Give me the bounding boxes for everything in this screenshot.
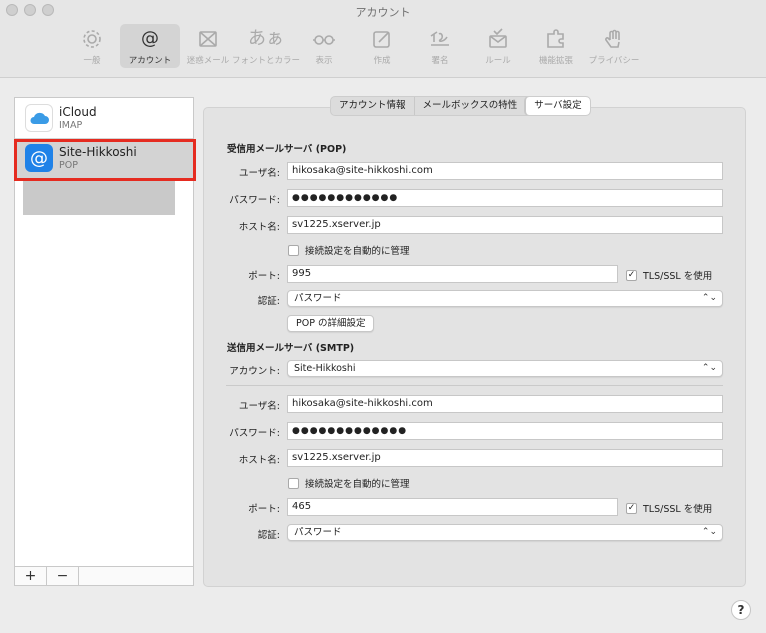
gear-icon — [83, 30, 101, 48]
incoming-auth-popup[interactable]: パスワード ⌃⌄ — [287, 290, 723, 307]
outgoing-host-field[interactable]: sv1225.xserver.jp — [287, 449, 723, 467]
incoming-host-label: ホスト名: — [238, 222, 280, 233]
section-divider — [226, 385, 723, 386]
incoming-password-field[interactable]: ●●●●●●●●●●●● — [287, 189, 723, 207]
incoming-port-label: ポート: — [248, 271, 280, 282]
junk-icon — [199, 31, 217, 47]
outgoing-password-label: パスワード: — [229, 428, 280, 439]
tab-signatures[interactable]: 署名 — [410, 24, 470, 68]
selection-block — [23, 178, 175, 215]
tab-general-label: 一般 — [83, 56, 101, 66]
tab-viewing-label: 表示 — [315, 56, 333, 66]
window-title: アカウント — [355, 6, 411, 19]
outgoing-user-field[interactable]: hikosaka@site-hikkoshi.com — [287, 395, 723, 413]
checkmark-icon: ✓ — [626, 502, 637, 514]
tab-privacy-label: プライバシー — [588, 56, 640, 66]
chevron-updown-icon: ⌃⌄ — [701, 363, 717, 373]
tab-extensions-label: 機能拡張 — [538, 56, 573, 66]
popup-value: パスワード — [294, 293, 342, 304]
tab-server-settings[interactable]: サーバ設定 — [525, 97, 590, 115]
incoming-password-label: パスワード: — [229, 195, 280, 206]
settings-tabs: アカウント情報 メールボックスの特性 サーバ設定 — [330, 96, 591, 116]
account-type: IMAP — [59, 120, 83, 131]
account-item-icloud[interactable]: iCloud IMAP — [15, 98, 193, 138]
incoming-user-label: ユーザ名: — [238, 168, 280, 179]
outgoing-account-popup[interactable]: Site-Hikkoshi ⌃⌄ — [287, 360, 723, 377]
tab-junk[interactable]: 迷惑メール — [178, 24, 238, 68]
pop-advanced-button[interactable]: POP の詳細設定 — [287, 315, 375, 332]
tab-fonts-label: フォントとカラー — [232, 56, 301, 66]
outgoing-auth-label: 認証: — [257, 530, 280, 541]
checkbox-label: 接続設定を自動的に管理 — [305, 479, 410, 490]
incoming-port-field[interactable]: 995 — [287, 265, 618, 283]
remove-account-button[interactable]: − — [47, 567, 79, 585]
chevron-updown-icon: ⌃⌄ — [701, 293, 717, 303]
outgoing-port-label: ポート: — [248, 504, 280, 515]
tab-general[interactable]: 一般 — [62, 24, 122, 68]
at-icon: @ — [141, 28, 159, 49]
tab-accounts-label: アカウント — [128, 56, 172, 66]
extension-icon — [547, 29, 564, 48]
outgoing-auth-popup[interactable]: パスワード ⌃⌄ — [287, 524, 723, 541]
tab-signatures-label: 署名 — [431, 56, 449, 66]
checkbox-label: TLS/SSL を使用 — [643, 504, 713, 515]
rules-icon — [489, 28, 507, 48]
incoming-auth-label: 認証: — [257, 296, 280, 307]
checkbox-box — [288, 477, 299, 489]
incoming-auto-manage-checkbox[interactable]: 接続設定を自動的に管理 — [288, 243, 410, 257]
checkbox-box — [288, 244, 299, 256]
chevron-updown-icon: ⌃⌄ — [701, 527, 717, 537]
tab-viewing[interactable]: 表示 — [294, 24, 354, 68]
incoming-server-title: 受信用メールサーバ (POP) — [227, 144, 347, 155]
outgoing-host-label: ホスト名: — [238, 455, 280, 466]
tab-rules[interactable]: ルール — [468, 24, 528, 68]
outgoing-account-label: アカウント: — [229, 366, 280, 377]
add-account-button[interactable]: + — [15, 567, 47, 585]
outgoing-server-title: 送信用メールサーバ (SMTP) — [227, 343, 355, 354]
incoming-tls-checkbox[interactable]: ✓ TLS/SSL を使用 — [626, 268, 712, 282]
tab-extensions[interactable]: 機能拡張 — [526, 24, 586, 68]
selection-highlight-box — [14, 139, 196, 181]
outgoing-port-field[interactable]: 465 — [287, 498, 618, 516]
tab-fonts-colors[interactable]: あぁ フォントとカラー — [232, 24, 300, 68]
accounts-list-footer: + − — [14, 567, 194, 586]
outgoing-password-field[interactable]: ●●●●●●●●●●●●● — [287, 422, 723, 440]
help-button[interactable]: ? — [731, 600, 751, 620]
incoming-user-field[interactable]: hikosaka@site-hikkoshi.com — [287, 162, 723, 180]
compose-icon — [373, 31, 390, 48]
tab-junk-label: 迷惑メール — [186, 56, 230, 66]
popup-value: Site-Hikkoshi — [294, 363, 356, 374]
fonts-icon: あぁ — [248, 28, 284, 49]
outgoing-tls-checkbox[interactable]: ✓ TLS/SSL を使用 — [626, 501, 712, 515]
tab-composing[interactable]: 作成 — [352, 24, 412, 68]
checkbox-label: 接続設定を自動的に管理 — [305, 246, 410, 257]
tab-mailbox-behaviors[interactable]: メールボックスの特性 — [413, 97, 526, 115]
tab-composing-label: 作成 — [373, 56, 391, 66]
tab-rules-label: ルール — [485, 56, 511, 66]
preferences-toolbar: 一般 @ アカウント 迷惑メール あぁ フォントとカラー 表示 作成 署名 ルー… — [62, 24, 642, 68]
incoming-host-field[interactable]: sv1225.xserver.jp — [287, 216, 723, 234]
hand-icon — [605, 29, 620, 48]
tab-privacy[interactable]: プライバシー — [584, 24, 644, 68]
icloud-icon — [25, 104, 53, 132]
glasses-icon — [313, 35, 335, 45]
tab-accounts[interactable]: @ アカウント — [120, 24, 180, 68]
title-bar: アカウント 一般 @ アカウント 迷惑メール あぁ フォントとカラー 表示 作成… — [0, 0, 766, 78]
tab-account-info[interactable]: アカウント情報 — [331, 97, 414, 115]
outgoing-user-label: ユーザ名: — [238, 401, 280, 412]
checkmark-icon: ✓ — [626, 269, 637, 281]
outgoing-auto-manage-checkbox[interactable]: 接続設定を自動的に管理 — [288, 476, 410, 490]
signature-icon — [430, 31, 449, 46]
checkbox-label: TLS/SSL を使用 — [643, 271, 713, 282]
account-name: iCloud — [59, 105, 97, 119]
popup-value: パスワード — [294, 527, 342, 538]
